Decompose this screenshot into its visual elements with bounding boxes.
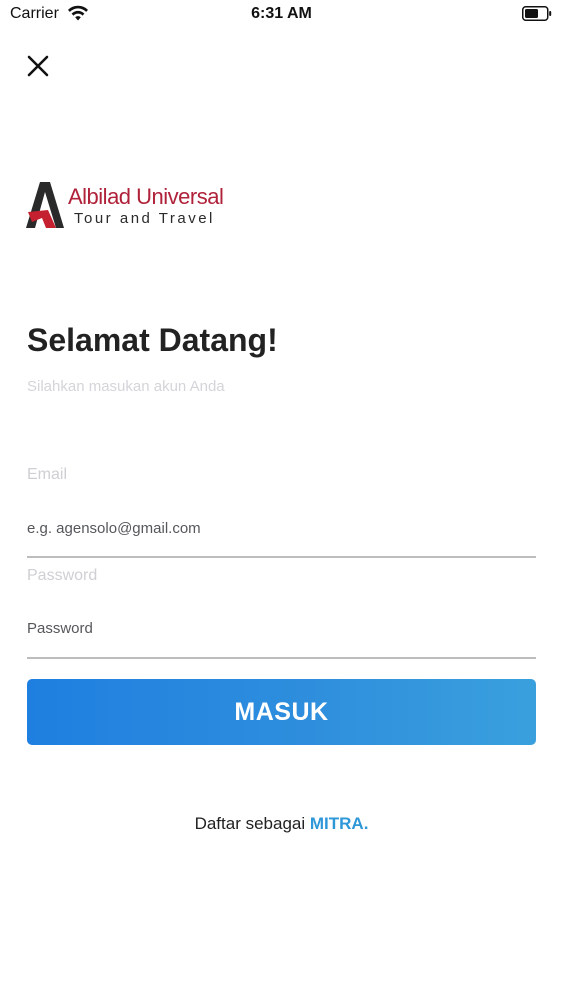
welcome-subtitle: Silahkan masukan akun Anda [27, 378, 225, 395]
register-text: Daftar sebagai [194, 814, 310, 833]
password-field[interactable] [27, 610, 536, 646]
status-time: 6:31 AM [251, 5, 312, 22]
logo-name: Albilad Universal [68, 184, 224, 209]
password-label: Password [27, 567, 98, 584]
email-underline [27, 556, 536, 558]
email-label: Email [27, 466, 68, 483]
welcome-title: Selamat Datang! [27, 322, 278, 358]
password-underline [27, 657, 536, 659]
logo-mark-icon [26, 182, 64, 228]
email-field[interactable] [27, 510, 536, 546]
register-mitra-link[interactable]: MITRA. [310, 814, 369, 833]
close-icon[interactable] [25, 53, 51, 79]
battery-icon [522, 6, 552, 21]
brand-logo: Albilad Universal Tour and Travel [26, 180, 236, 230]
register-prompt: Daftar sebagai MITRA. [0, 814, 563, 834]
status-bar: Carrier 6:31 AM [0, 0, 563, 30]
login-button[interactable]: MASUK [27, 679, 536, 745]
logo-tagline: Tour and Travel [74, 210, 215, 227]
